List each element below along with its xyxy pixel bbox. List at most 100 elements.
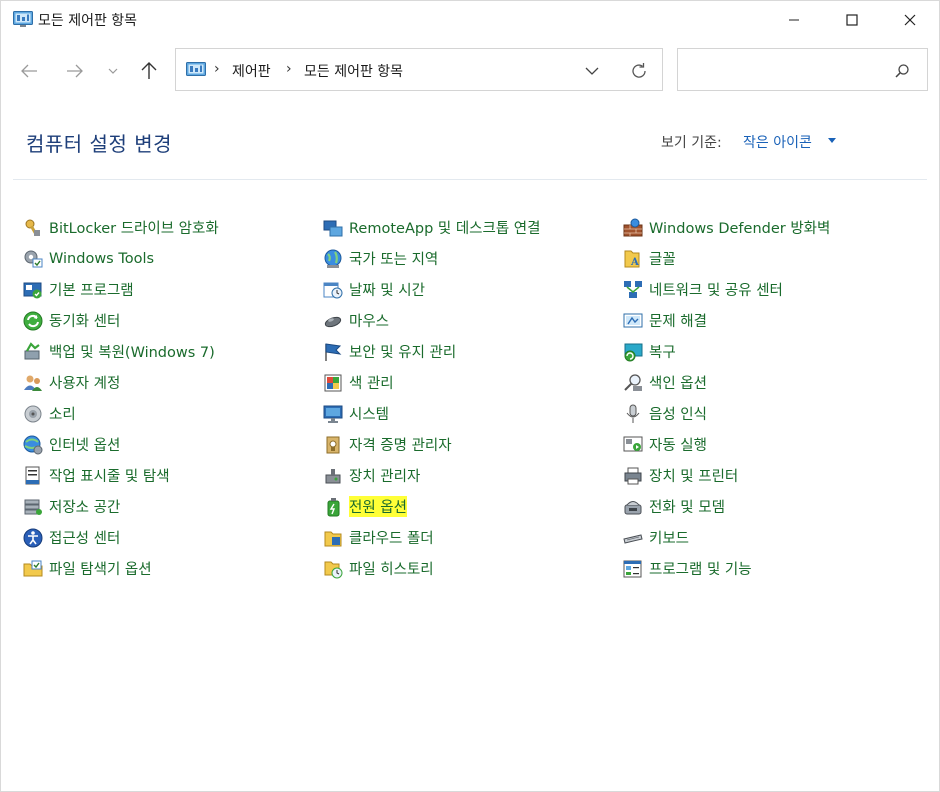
windows-tools-gear-icon bbox=[23, 249, 43, 269]
item-label: 소리 bbox=[49, 407, 76, 423]
item-label: 네트워크 및 공유 센터 bbox=[649, 283, 783, 299]
item-label: 접근성 센터 bbox=[49, 531, 121, 547]
item-label: 자동 실행 bbox=[649, 438, 707, 454]
item-label: 음성 인식 bbox=[649, 407, 707, 423]
item-label: 장치 및 프린터 bbox=[649, 469, 739, 485]
maximize-button[interactable] bbox=[823, 1, 881, 39]
remoteapp-icon bbox=[323, 218, 343, 238]
item-label: 글꼴 bbox=[649, 252, 676, 268]
close-button[interactable] bbox=[881, 1, 939, 39]
item-label: 기본 프로그램 bbox=[49, 283, 134, 299]
item-programs-features[interactable]: 프로그램 및 기능 bbox=[623, 553, 913, 584]
item-region[interactable]: 국가 또는 지역 bbox=[323, 243, 613, 274]
item-sound[interactable]: 소리 bbox=[23, 398, 313, 429]
forward-button[interactable] bbox=[63, 59, 87, 83]
breadcrumb-all-items[interactable]: 모든 제어판 항목 bbox=[304, 61, 403, 81]
item-label: 저장소 공간 bbox=[49, 500, 121, 516]
address-bar[interactable]: › 제어판 › 모든 제어판 항목 bbox=[175, 48, 663, 91]
item-phone-modem[interactable]: 전화 및 모뎀 bbox=[623, 491, 913, 522]
view-by-dropdown[interactable]: 작은 아이콘 bbox=[743, 132, 812, 152]
item-ease-of-access[interactable]: 접근성 센터 bbox=[23, 522, 313, 553]
item-label: RemoteApp 및 데스크톱 연결 bbox=[349, 221, 541, 237]
programs-features-icon bbox=[623, 559, 643, 579]
item-power-options[interactable]: 전원 옵션 bbox=[323, 491, 613, 522]
power-options-icon bbox=[323, 497, 343, 517]
item-sync-center[interactable]: 동기화 센터 bbox=[23, 305, 313, 336]
back-button[interactable] bbox=[17, 59, 41, 83]
item-user-accounts[interactable]: 사용자 계정 bbox=[23, 367, 313, 398]
device-manager-icon bbox=[323, 466, 343, 486]
item-speech-recognition[interactable]: 음성 인식 bbox=[623, 398, 913, 429]
search-icon[interactable] bbox=[892, 61, 912, 81]
items-column-3: Windows Defender 방화벽 A 글꼴 네트워크 및 공유 센터 문… bbox=[623, 212, 913, 584]
item-label: 사용자 계정 bbox=[49, 376, 121, 392]
item-recovery[interactable]: 복구 bbox=[623, 336, 913, 367]
item-windows-tools[interactable]: Windows Tools bbox=[23, 243, 313, 274]
taskbar-icon bbox=[23, 466, 43, 486]
breadcrumb-separator: › bbox=[214, 61, 220, 77]
item-autoplay[interactable]: 자동 실행 bbox=[623, 429, 913, 460]
item-fonts[interactable]: A 글꼴 bbox=[623, 243, 913, 274]
item-system[interactable]: 시스템 bbox=[323, 398, 613, 429]
item-devices-printers[interactable]: 장치 및 프린터 bbox=[623, 460, 913, 491]
troubleshooting-icon bbox=[623, 311, 643, 331]
caret-down-icon[interactable] bbox=[828, 138, 836, 143]
recent-locations-button[interactable] bbox=[101, 59, 125, 83]
title-bar[interactable]: 모든 제어판 항목 bbox=[1, 1, 939, 39]
item-firewall[interactable]: Windows Defender 방화벽 bbox=[623, 212, 913, 243]
item-taskbar[interactable]: 작업 표시줄 및 탐색 bbox=[23, 460, 313, 491]
item-default-programs[interactable]: 기본 프로그램 bbox=[23, 274, 313, 305]
chevron-down-icon bbox=[108, 68, 118, 74]
item-label: 파일 히스토리 bbox=[349, 562, 434, 578]
item-date-time[interactable]: 날짜 및 시간 bbox=[323, 274, 613, 305]
svg-text:A: A bbox=[630, 257, 639, 268]
system-monitor-icon bbox=[323, 404, 343, 424]
item-security-maintenance[interactable]: 보안 및 유지 관리 bbox=[323, 336, 613, 367]
item-label: 백업 및 복원(Windows 7) bbox=[49, 345, 215, 361]
item-label: Windows Tools bbox=[49, 250, 155, 267]
fonts-folder-icon: A bbox=[623, 249, 643, 269]
refresh-button[interactable] bbox=[627, 59, 651, 83]
breadcrumb-control-panel[interactable]: 제어판 bbox=[232, 61, 271, 81]
item-credential-manager[interactable]: 자격 증명 관리자 bbox=[323, 429, 613, 460]
close-icon bbox=[904, 14, 916, 26]
item-remoteapp[interactable]: RemoteApp 및 데스크톱 연결 bbox=[323, 212, 613, 243]
header-divider bbox=[13, 179, 927, 180]
item-label: 작업 표시줄 및 탐색 bbox=[49, 469, 170, 485]
search-input[interactable] bbox=[686, 59, 886, 83]
item-label: 시스템 bbox=[349, 407, 390, 423]
item-color-management[interactable]: 색 관리 bbox=[323, 367, 613, 398]
breadcrumb-separator: › bbox=[286, 61, 292, 77]
user-accounts-icon bbox=[23, 373, 43, 393]
search-box[interactable] bbox=[677, 48, 928, 91]
item-label: 동기화 센터 bbox=[49, 314, 121, 330]
minimize-button[interactable] bbox=[765, 1, 823, 39]
window-title: 모든 제어판 항목 bbox=[38, 13, 138, 29]
item-label: 전화 및 모뎀 bbox=[649, 500, 725, 516]
item-bitlocker[interactable]: BitLocker 드라이브 암호화 bbox=[23, 212, 313, 243]
item-troubleshooting[interactable]: 문제 해결 bbox=[623, 305, 913, 336]
color-management-icon bbox=[323, 373, 343, 393]
item-network-sharing[interactable]: 네트워크 및 공유 센터 bbox=[623, 274, 913, 305]
keyboard-icon bbox=[623, 528, 643, 548]
printer-icon bbox=[623, 466, 643, 486]
item-folder-options[interactable]: 파일 탐색기 옵션 bbox=[23, 553, 313, 584]
item-storage-spaces[interactable]: 저장소 공간 bbox=[23, 491, 313, 522]
item-label: 색인 옵션 bbox=[649, 376, 707, 392]
item-label: 자격 증명 관리자 bbox=[349, 438, 452, 454]
item-file-history[interactable]: 파일 히스토리 bbox=[323, 553, 613, 584]
address-history-button[interactable] bbox=[580, 59, 604, 83]
item-indexing[interactable]: 색인 옵션 bbox=[623, 367, 913, 398]
item-device-manager[interactable]: 장치 관리자 bbox=[323, 460, 613, 491]
item-backup-restore[interactable]: 백업 및 복원(Windows 7) bbox=[23, 336, 313, 367]
item-keyboard[interactable]: 키보드 bbox=[623, 522, 913, 553]
recovery-icon bbox=[623, 342, 643, 362]
arrow-left-icon bbox=[21, 64, 37, 78]
item-mouse[interactable]: 마우스 bbox=[323, 305, 613, 336]
item-internet-options[interactable]: 인터넷 옵션 bbox=[23, 429, 313, 460]
item-work-folders[interactable]: 클라우드 폴더 bbox=[323, 522, 613, 553]
item-label: 보안 및 유지 관리 bbox=[349, 345, 457, 361]
item-label: 국가 또는 지역 bbox=[349, 252, 439, 268]
chevron-down-icon bbox=[585, 67, 599, 75]
up-button[interactable] bbox=[137, 59, 161, 83]
